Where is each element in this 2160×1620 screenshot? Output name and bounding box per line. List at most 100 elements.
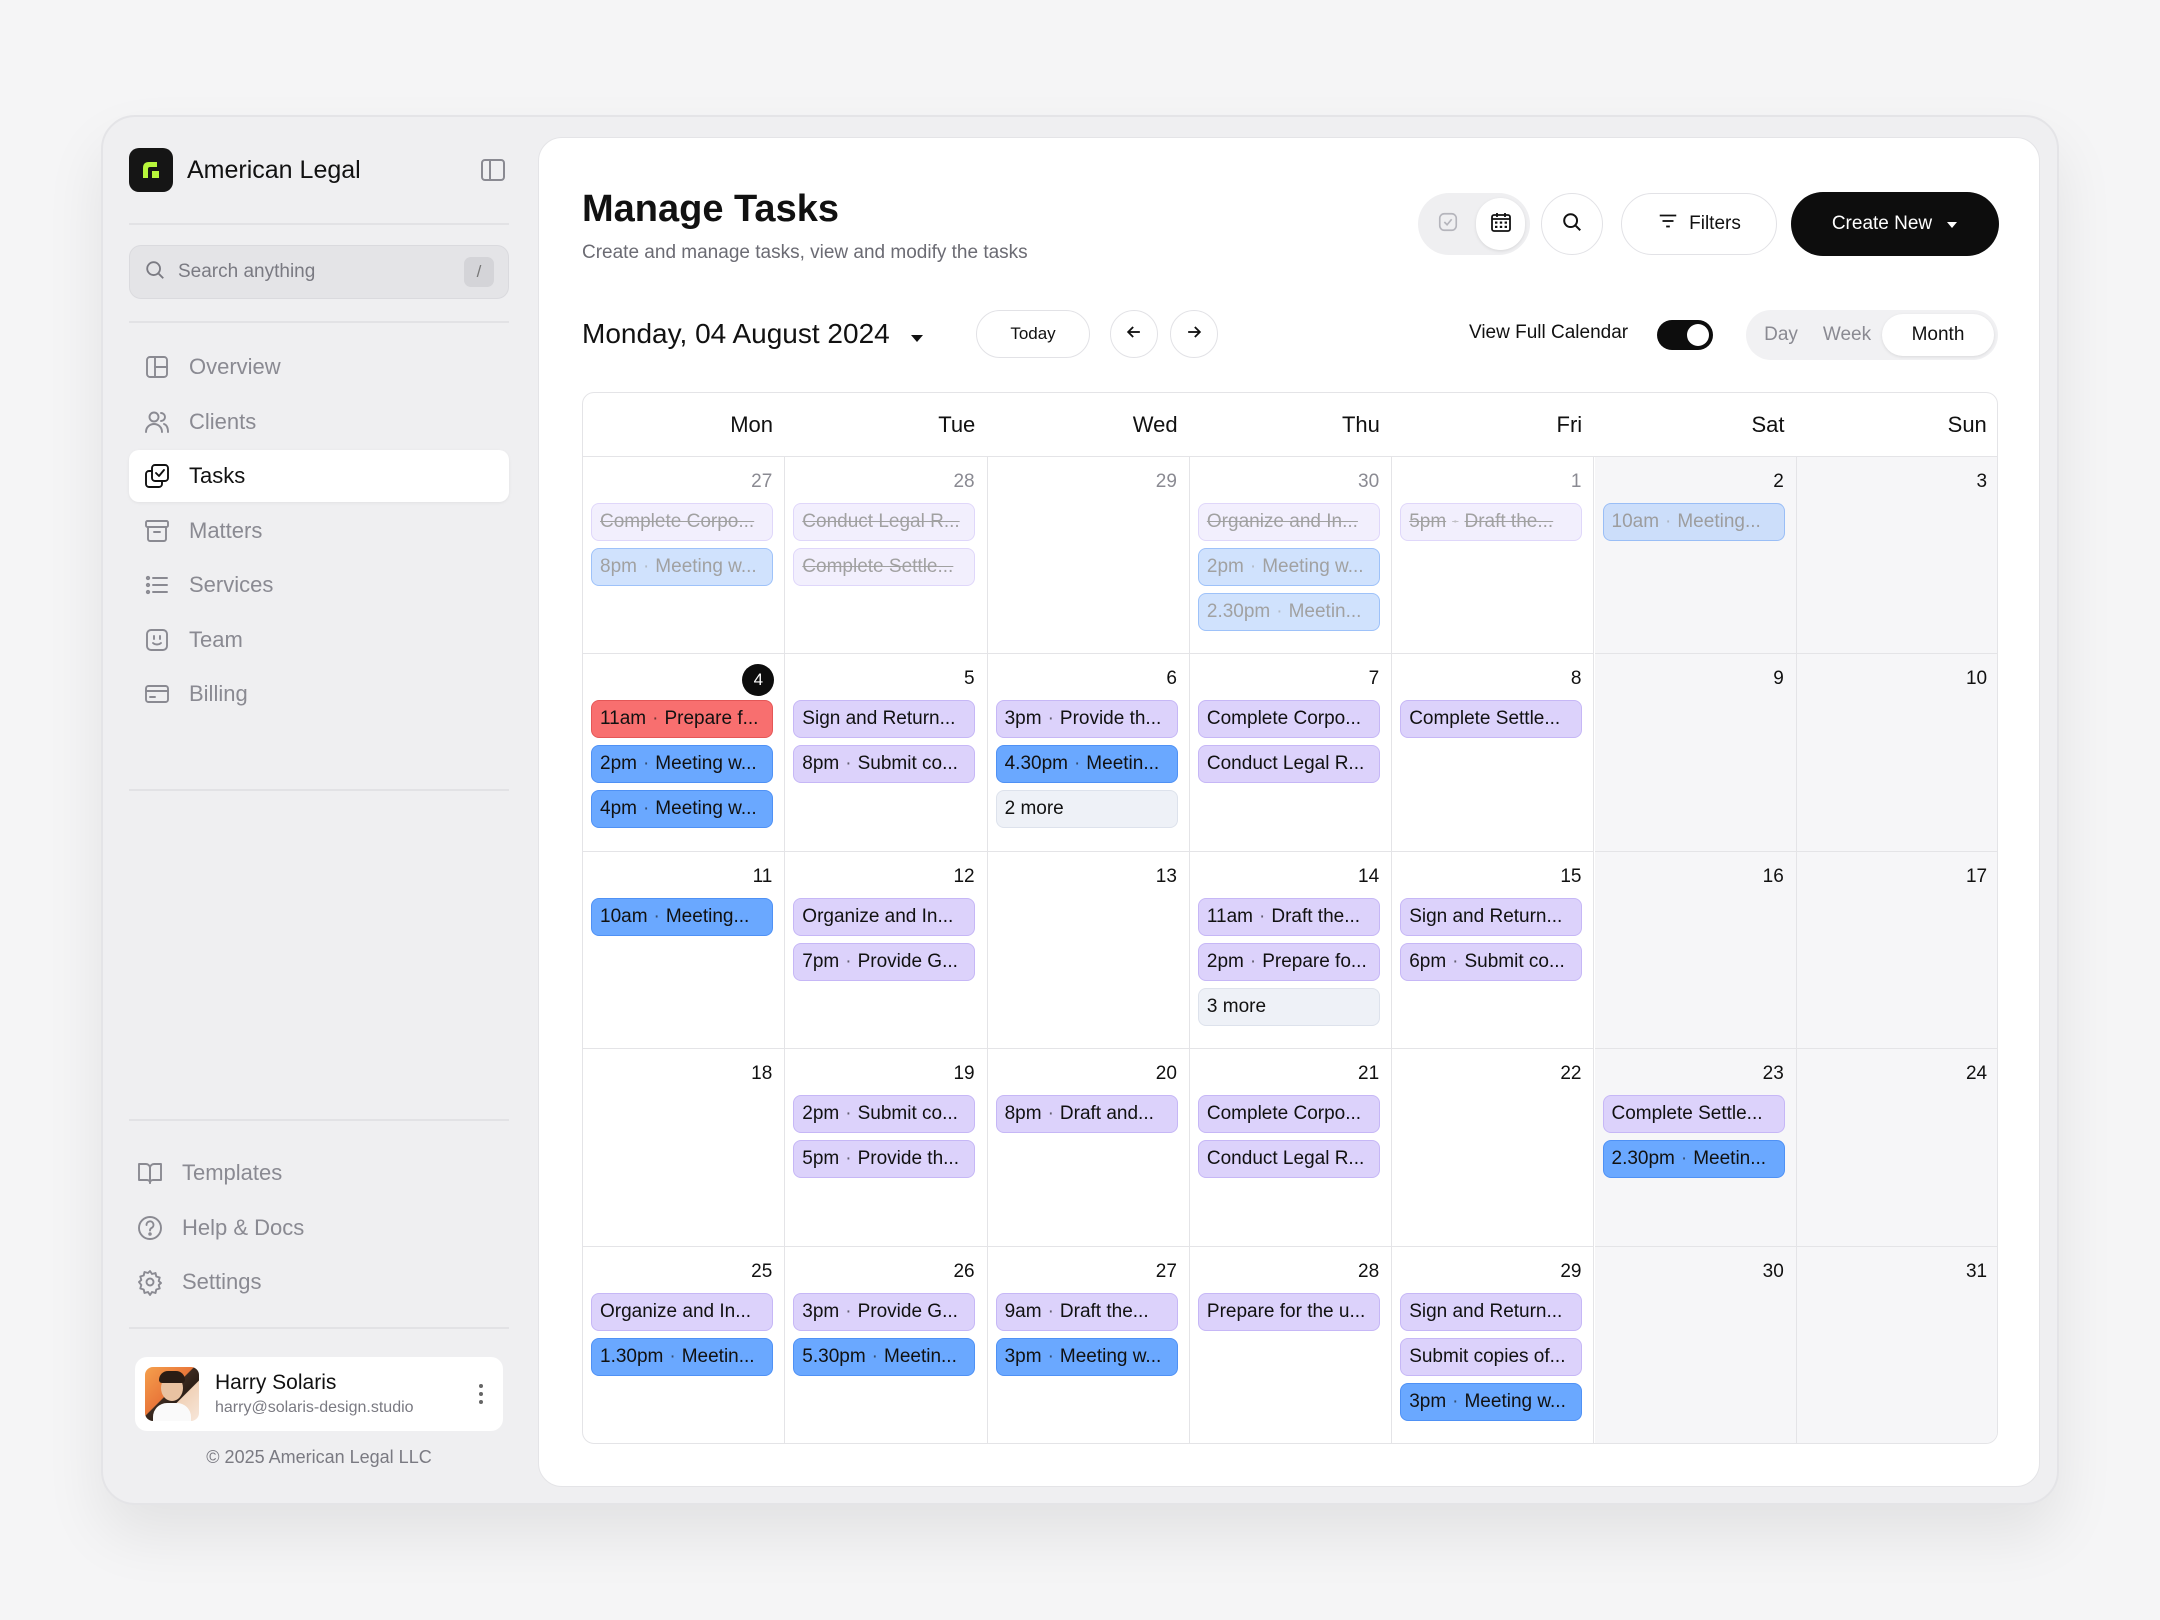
event-chip[interactable]: 2pm · Meeting w... [591,745,773,784]
event-chip[interactable]: 6pm · Submit co... [1400,942,1583,981]
sidebar-item-clients[interactable]: Clients [129,396,509,448]
calendar-day-cell[interactable]: 30 Organize and In... 2pm · Meeting w... 2.30… [1189,457,1393,655]
sidebar-item-tasks[interactable]: Tasks [129,450,509,502]
event-chip[interactable]: Conduct Legal R... [1197,745,1380,784]
sidebar-item-team[interactable]: Team [129,614,509,666]
calendar-day-cell[interactable]: 14 11am · Draft the... 2pm · Prepare fo... 3 mo… [1189,851,1393,1050]
calendar-day-cell[interactable]: 21 Complete Corpo... Conduct Legal R... [1189,1049,1393,1247]
today-button[interactable]: Today [976,310,1090,358]
calendar-view-button[interactable] [1476,198,1525,250]
create-new-button[interactable]: Create New [1791,192,1999,256]
event-chip[interactable]: 2pm · Meeting w... [1197,548,1380,586]
user-card[interactable]: Harry Solaris harry@solaris-design.studi… [135,1357,503,1431]
calendar-day-cell[interactable]: 22 [1392,1049,1595,1247]
event-chip[interactable]: Organize and In... [591,1292,773,1331]
sidebar-item-billing[interactable]: Billing [129,668,509,720]
event-chip[interactable]: 1.30pm · Meetin... [591,1337,773,1376]
calendar-day-cell[interactable]: 17 [1796,851,1997,1050]
event-chip[interactable]: Complete Settle... [1602,1095,1785,1134]
event-chip[interactable]: 5pm · Draft the... [1400,503,1583,541]
event-chip[interactable]: Complete Settle... [1400,700,1583,739]
calendar-day-cell[interactable]: 18 [583,1049,786,1247]
event-chip[interactable]: 11am · Draft the... [1197,897,1380,936]
calendar-day-cell[interactable]: 25 Organize and In... 1.30pm · Meetin... [583,1246,786,1443]
event-chip[interactable]: Sign and Return... [793,700,976,739]
event-chip[interactable]: 8pm · Meeting w... [591,548,773,586]
calendar-day-cell[interactable]: 30 [1594,1246,1797,1443]
event-chip[interactable]: 2.30pm · Meetin... [1602,1140,1785,1179]
event-chip[interactable]: Organize and In... [1197,503,1380,541]
search-input[interactable]: Search anything / [129,245,509,299]
calendar-day-cell[interactable]: 20 8pm · Draft and... [987,1049,1190,1247]
calendar-day-cell[interactable]: 26 3pm · Provide G... 5.30pm · Meetin... [785,1246,988,1443]
event-chip[interactable]: Organize and In... [793,897,976,936]
date-picker[interactable]: Monday, 04 August 2024 [582,318,924,350]
search-button[interactable] [1541,193,1603,255]
calendar-day-cell[interactable]: 10 [1796,654,1997,852]
calendar-day-cell[interactable]: 16 [1594,851,1797,1050]
calendar-day-cell[interactable]: 11 10am · Meeting... [583,851,786,1050]
event-chip[interactable]: 3pm · Provide G... [793,1292,976,1331]
more-vertical-icon[interactable] [469,1379,493,1409]
calendar-day-cell[interactable]: 13 [987,851,1190,1050]
event-chip[interactable]: 9am · Draft the... [995,1292,1178,1331]
sidebar-toggle-icon[interactable] [478,155,508,185]
calendar-day-cell[interactable]: 8 Complete Settle... [1392,654,1595,852]
event-chip[interactable]: Complete Corpo... [1197,1095,1380,1134]
calendar-day-cell[interactable]: 29 Sign and Return... Submit copies of... 3… [1392,1246,1595,1443]
event-chip[interactable]: 3pm · Meeting w... [995,1337,1178,1376]
calendar-day-cell[interactable]: 27 Complete Corpo... 8pm · Meeting w... [583,457,786,655]
more-events-button[interactable]: 3 more [1197,987,1380,1026]
calendar-day-cell[interactable]: 4 11am · Prepare f... 2pm · Meeting w... 4pm · Me… [583,654,786,852]
event-chip[interactable]: Complete Corpo... [1197,700,1380,739]
sidebar-item-overview[interactable]: Overview [129,341,509,393]
event-chip[interactable]: 8pm · Submit co... [793,745,976,784]
calendar-day-cell[interactable]: 7 Complete Corpo... Conduct Legal R... [1189,654,1393,852]
event-chip[interactable]: 2pm · Prepare fo... [1197,942,1380,981]
calendar-day-cell[interactable]: 12 Organize and In... 7pm · Provide G... [785,851,988,1050]
view-day-button[interactable]: Day [1750,314,1812,356]
brand[interactable]: American Legal [129,147,361,193]
calendar-day-cell[interactable]: 2 10am · Meeting... [1594,457,1797,655]
event-chip[interactable]: 10am · Meeting... [591,897,773,936]
calendar-day-cell[interactable]: 23 Complete Settle... 2.30pm · Meetin... [1594,1049,1797,1247]
calendar-day-cell[interactable]: 15 Sign and Return... 6pm · Submit co... [1392,851,1595,1050]
event-chip[interactable]: 7pm · Provide G... [793,942,976,981]
event-chip[interactable]: 5pm · Provide th... [793,1140,976,1179]
calendar-day-cell[interactable]: 6 3pm · Provide th... 4.30pm · Meetin... 2 more [987,654,1190,852]
calendar-day-cell[interactable]: 3 [1796,457,1997,655]
sidebar-item-services[interactable]: Services [129,559,509,611]
event-chip[interactable]: Sign and Return... [1400,1292,1583,1331]
view-month-button[interactable]: Month [1882,314,1994,356]
filters-button[interactable]: Filters [1621,193,1777,255]
calendar-day-cell[interactable]: 31 [1796,1246,1997,1443]
event-chip[interactable]: Prepare for the u... [1197,1292,1380,1331]
event-chip[interactable]: 2pm · Submit co... [793,1095,976,1134]
more-events-button[interactable]: 2 more [995,790,1178,829]
event-chip[interactable]: Conduct Legal R... [1197,1140,1380,1179]
prev-button[interactable] [1110,310,1158,358]
calendar-day-cell[interactable]: 28 Conduct Legal R... Complete Settle... [785,457,988,655]
event-chip[interactable]: Complete Settle... [793,548,976,586]
next-button[interactable] [1170,310,1218,358]
event-chip[interactable]: Complete Corpo... [591,503,773,541]
calendar-day-cell[interactable]: 24 [1796,1049,1997,1247]
event-chip[interactable]: 11am · Prepare f... [591,700,773,739]
calendar-day-cell[interactable]: 1 5pm · Draft the... [1392,457,1595,655]
calendar-day-cell[interactable]: 28 Prepare for the u... [1190,1246,1393,1443]
event-chip[interactable]: 8pm · Draft and... [995,1095,1178,1134]
event-chip[interactable]: 2.30pm · Meetin... [1197,593,1380,631]
calendar-day-cell[interactable]: 5 Sign and Return... 8pm · Submit co... [785,654,988,852]
calendar-day-cell[interactable]: 19 2pm · Submit co... 5pm · Provide th... [785,1049,988,1247]
calendar-day-cell[interactable]: 9 [1594,654,1797,852]
event-chip[interactable]: 3pm · Meeting w... [1400,1382,1583,1421]
event-chip[interactable]: Submit copies of... [1400,1337,1583,1376]
view-week-button[interactable]: Week [1812,314,1882,356]
event-chip[interactable]: Conduct Legal R... [793,503,976,541]
sidebar-item-help-and-docs[interactable]: Help & Docs [129,1202,509,1254]
event-chip[interactable]: 5.30pm · Meetin... [793,1337,976,1376]
calendar-day-cell[interactable]: 27 9am · Draft the... 3pm · Meeting w... [988,1246,1190,1443]
event-chip[interactable]: 4pm · Meeting w... [591,790,773,829]
event-chip[interactable]: 4.30pm · Meetin... [995,745,1178,784]
sidebar-item-settings[interactable]: Settings [129,1256,509,1308]
